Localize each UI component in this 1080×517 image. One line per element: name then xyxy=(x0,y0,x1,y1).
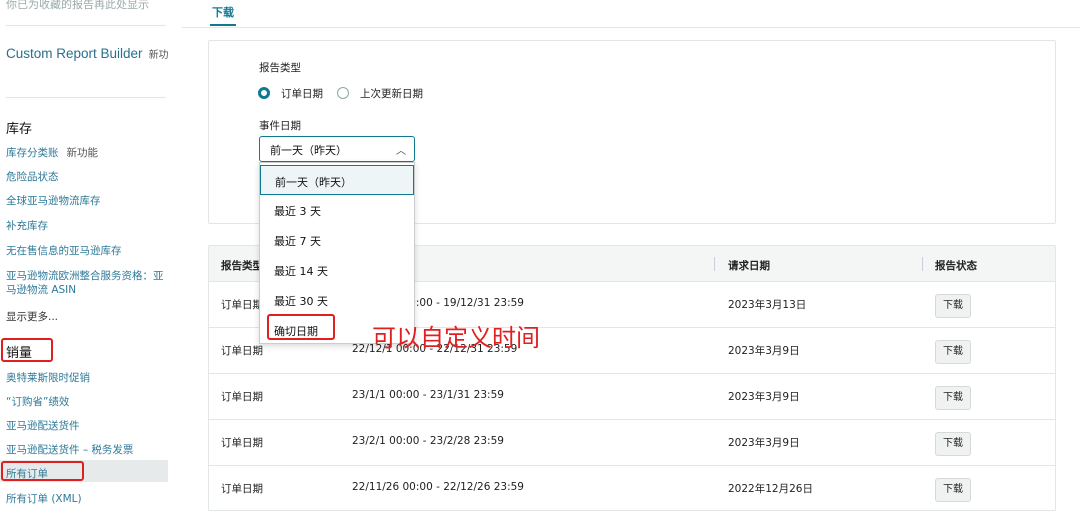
column-header-report-status: 报告状态 xyxy=(935,260,977,272)
sidebar-item-fba-tax-invoice[interactable]: 亚马逊配送货件 – 税务发票 xyxy=(6,442,133,457)
sidebar-item-fba-shipments[interactable]: 亚马逊配送货件 xyxy=(6,418,80,433)
cell-range: 22/11/26 00:00 - 22/12/26 23:59 xyxy=(352,481,524,493)
sidebar-item-label[interactable]: 库存分类账 xyxy=(6,147,59,159)
sidebar-item-pan-eu-eligibility[interactable]: 亚马逊物流欧洲整合服务资格：亚 xyxy=(6,268,164,283)
active-tab-indicator xyxy=(210,24,236,26)
cell-request-date: 2023年3月9日 xyxy=(728,391,800,403)
sidebar-top-text: 你已为收藏的报告再此处显示 xyxy=(6,0,149,11)
download-button[interactable]: 下载 xyxy=(935,294,971,318)
chevron-up-icon: ︿ xyxy=(396,146,406,157)
sidebar-item-inventory-ledger[interactable]: 库存分类账 新功能 xyxy=(6,145,98,160)
column-header-report-type: 报告类型 xyxy=(221,260,263,272)
option-last-30-days[interactable]: 最近 30 天 xyxy=(260,285,414,315)
option-yesterday[interactable]: 前一天（昨天） xyxy=(260,165,414,195)
highlight-box-sales xyxy=(1,338,53,362)
cell-report-type: 订单日期 xyxy=(221,483,263,495)
event-date-label: 事件日期 xyxy=(259,120,301,132)
sidebar-item-stranded-inventory[interactable]: 无在售信息的亚马逊库存 xyxy=(6,243,122,258)
highlight-box-all-orders xyxy=(1,461,84,481)
sidebar-item-pan-eu-eligibility-cont[interactable]: 马逊物流 ASIN xyxy=(6,282,76,297)
download-button[interactable]: 下载 xyxy=(935,386,971,410)
sidebar-item-all-orders-xml[interactable]: 所有订单 (XML) xyxy=(6,491,82,506)
divider xyxy=(6,25,166,26)
download-button[interactable]: 下载 xyxy=(935,478,971,502)
inventory-heading: 库存 xyxy=(6,122,33,137)
cell-range: 23/2/1 00:00 - 23/2/28 23:59 xyxy=(352,435,504,447)
radio-order-date-label[interactable]: 订单日期 xyxy=(281,86,323,101)
cell-report-type: 订单日期 xyxy=(221,437,263,449)
annotation-text: 可以自定义时间 xyxy=(372,324,540,352)
custom-report-builder-link[interactable]: Custom Report Builder 新功 xyxy=(6,46,169,61)
highlight-box-exact-date xyxy=(267,314,335,340)
table-row: 订单日期 23/2/1 00:00 - 23/2/28 23:59 2023年3… xyxy=(209,420,1055,466)
cell-report-type: 订单日期 xyxy=(221,391,263,403)
cell-range: 23/1/1 00:00 - 23/1/31 23:59 xyxy=(352,389,504,401)
divider xyxy=(6,97,166,98)
cell-request-date: 2023年3月9日 xyxy=(728,345,800,357)
event-date-select[interactable]: 前一天（昨天） ︿ xyxy=(259,136,415,162)
cell-request-date: 2023年3月13日 xyxy=(728,299,807,311)
crb-title[interactable]: Custom Report Builder xyxy=(6,46,143,61)
show-more-link[interactable]: 显示更多... xyxy=(6,309,58,324)
left-sidebar: 你已为收藏的报告再此处显示 Custom Report Builder 新功 库存… xyxy=(0,0,176,517)
radio-last-update-label[interactable]: 上次更新日期 xyxy=(360,86,423,101)
report-type-label: 报告类型 xyxy=(259,62,301,74)
sidebar-item-dangerous-goods[interactable]: 危险品状态 xyxy=(6,169,59,184)
download-button[interactable]: 下载 xyxy=(935,432,971,456)
cell-report-type: 订单日期 xyxy=(221,299,263,311)
column-header-request-date: 请求日期 xyxy=(728,260,770,272)
divider xyxy=(182,27,1080,28)
sidebar-item-restock[interactable]: 补充库存 xyxy=(6,218,48,233)
cell-report-type: 订单日期 xyxy=(221,345,263,357)
column-separator xyxy=(922,257,923,271)
crb-new-badge: 新功 xyxy=(148,50,169,61)
sidebar-item-subscribe-save[interactable]: “订购省”绩效 xyxy=(6,394,69,409)
radio-order-date[interactable] xyxy=(258,87,270,99)
option-last-14-days[interactable]: 最近 14 天 xyxy=(260,255,414,285)
column-separator xyxy=(714,257,715,271)
option-last-7-days[interactable]: 最近 7 天 xyxy=(260,225,414,255)
table-row: 订单日期 23/1/1 00:00 - 23/1/31 23:59 2023年3… xyxy=(209,374,1055,420)
table-row: 订单日期 22/11/26 00:00 - 22/12/26 23:59 202… xyxy=(209,466,1055,512)
sidebar-item-outlet-deals[interactable]: 奥特莱斯限时促销 xyxy=(6,370,90,385)
cell-request-date: 2023年3月9日 xyxy=(728,437,800,449)
sidebar-item-global-fba-inventory[interactable]: 全球亚马逊物流库存 xyxy=(6,193,101,208)
selected-value: 前一天（昨天） xyxy=(270,144,347,157)
cell-request-date: 2022年12月26日 xyxy=(728,483,813,495)
tab-download[interactable]: 下载 xyxy=(212,4,234,20)
option-last-3-days[interactable]: 最近 3 天 xyxy=(260,195,414,225)
new-feature-badge: 新功能 xyxy=(66,147,99,159)
radio-last-update-date[interactable] xyxy=(337,87,349,99)
download-button[interactable]: 下载 xyxy=(935,340,971,364)
